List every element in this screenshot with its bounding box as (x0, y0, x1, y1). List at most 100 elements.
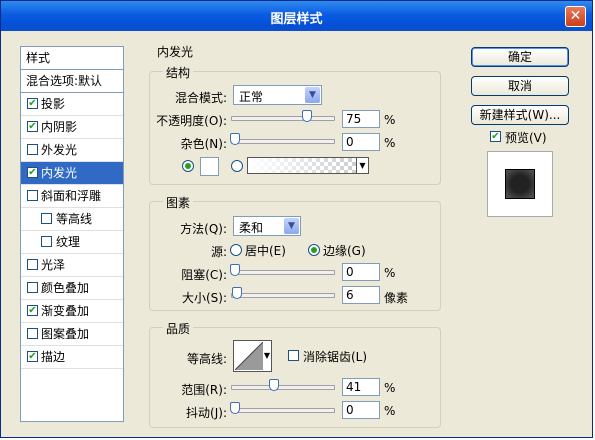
slider-thumb[interactable] (230, 402, 240, 414)
antialias-label[interactable]: 消除锯齿(L) (303, 348, 367, 365)
size-slider[interactable] (231, 285, 335, 305)
noise-input[interactable]: 0 (342, 133, 380, 151)
blend-options-item[interactable]: 混合选项:默认 (21, 70, 123, 93)
sidebar-item-label: 内阴影 (41, 120, 78, 134)
slider-thumb[interactable] (232, 287, 243, 299)
source-center-label[interactable]: 居中(E) (245, 242, 286, 259)
quality-title: 品质 (163, 320, 194, 337)
sidebar-item[interactable]: 外发光 (21, 139, 123, 162)
contour-picker[interactable]: ▼ (233, 340, 272, 372)
size-input[interactable]: 6 (342, 286, 380, 304)
choke-unit: % (384, 266, 396, 280)
opacity-unit: % (384, 113, 396, 127)
preview-label[interactable]: 预览(V) (505, 129, 547, 146)
structure-title: 结构 (163, 64, 194, 81)
sidebar-item[interactable]: ✔ 内发光 (21, 162, 123, 185)
antialias-checkbox[interactable] (288, 350, 299, 361)
slider-track (231, 385, 335, 390)
sidebar-item-label: 投影 (41, 97, 66, 111)
slider-track (231, 116, 335, 121)
styles-header[interactable]: 样式 (21, 47, 123, 70)
slider-track (231, 270, 335, 275)
sidebar-item[interactable]: 颜色叠加 (21, 277, 123, 300)
jitter-slider[interactable] (230, 400, 335, 420)
choke-input[interactable]: 0 (342, 263, 380, 281)
sidebar-item-label: 等高线 (56, 212, 93, 226)
title-bar[interactable]: 图层样式 ✕ (1, 1, 592, 31)
source-edge-radio[interactable] (308, 244, 320, 256)
sidebar-item[interactable]: ✔ 描边 (21, 346, 123, 369)
noise-slider[interactable] (230, 131, 335, 151)
panel-title: 内发光 (157, 45, 194, 59)
opacity-label: 不透明度(O): (156, 114, 227, 128)
sidebar-item[interactable]: 斜面和浮雕 (21, 185, 123, 208)
blend-mode-select[interactable]: 正常 ▼ (233, 85, 322, 105)
sidebar-item-label: 斜面和浮雕 (41, 189, 102, 203)
close-button[interactable]: ✕ (565, 6, 586, 27)
range-slider[interactable] (231, 377, 335, 397)
solid-color-radio[interactable] (182, 160, 194, 172)
sidebar-item[interactable]: 光泽 (21, 254, 123, 277)
sidebar-item-checkbox[interactable]: ✔ (27, 121, 38, 132)
sidebar-item[interactable]: ✔ 投影 (21, 93, 123, 116)
sidebar-item-label: 图案叠加 (41, 327, 90, 341)
method-value: 柔和 (239, 221, 264, 235)
sidebar-item-checkbox[interactable] (27, 328, 38, 339)
range-unit: % (384, 381, 396, 395)
sidebar-item-checkbox[interactable] (27, 144, 38, 155)
sidebar-item-label: 颜色叠加 (41, 281, 90, 295)
sidebar-item[interactable]: 纹理 (21, 231, 123, 254)
gradient-radio[interactable] (231, 160, 243, 172)
jitter-input[interactable]: 0 (342, 401, 380, 419)
choke-label: 阻塞(C): (181, 268, 227, 282)
cancel-button[interactable]: 取消 (471, 76, 569, 96)
blend-mode-value: 正常 (239, 90, 264, 104)
sidebar-item-label: 渐变叠加 (41, 304, 90, 318)
sidebar-item-label: 纹理 (56, 235, 81, 249)
range-input[interactable]: 41 (342, 378, 380, 396)
elements-title: 图素 (163, 194, 194, 211)
sidebar-item-checkbox[interactable]: ✔ (27, 351, 38, 362)
window-title: 图层样式 (270, 12, 323, 27)
method-select[interactable]: 柔和 ▼ (233, 216, 301, 236)
source-edge-label[interactable]: 边缘(G) (323, 242, 366, 259)
slider-thumb[interactable] (230, 133, 240, 145)
sidebar-item-checkbox[interactable] (27, 190, 38, 201)
sidebar-item[interactable]: ✔ 渐变叠加 (21, 300, 123, 323)
slider-track (231, 293, 335, 298)
sidebar-item-checkbox[interactable]: ✔ (27, 167, 38, 178)
styles-list: 样式 混合选项:默认 ✔ 投影 ✔ 内阴影 外发光 ✔ 内发光 斜面和浮雕 等高线 纹理 光泽 颜色叠… (20, 46, 124, 422)
sidebar-item-label: 外发光 (41, 143, 78, 157)
preview-swatch (505, 169, 535, 199)
sidebar-item-checkbox[interactable] (41, 213, 52, 224)
chevron-down-icon[interactable]: ▼ (264, 351, 270, 360)
glow-color-swatch[interactable] (200, 157, 219, 176)
contour-label: 等高线: (186, 352, 227, 366)
opacity-input[interactable]: 75 (342, 110, 380, 128)
sidebar-item-checkbox[interactable] (27, 259, 38, 270)
choke-slider[interactable] (230, 262, 335, 282)
layer-style-dialog: 图层样式 ✕ 样式 混合选项:默认 ✔ 投影 ✔ 内阴影 外发光 ✔ 内发光 斜面和浮雕 等高线… (0, 0, 593, 438)
chevron-down-icon[interactable]: ▼ (305, 87, 320, 103)
sidebar-item[interactable]: 等高线 (21, 208, 123, 231)
slider-thumb[interactable] (230, 264, 240, 276)
noise-label: 杂色(N): (180, 137, 227, 151)
sidebar-item-checkbox[interactable]: ✔ (27, 305, 38, 316)
noise-unit: % (384, 136, 396, 150)
new-style-button[interactable]: 新建样式(W)... (471, 105, 569, 125)
gradient-picker[interactable]: ▼ (247, 157, 369, 174)
source-label: 源: (210, 245, 227, 259)
sidebar-item-checkbox[interactable]: ✔ (27, 98, 38, 109)
chevron-down-icon[interactable]: ▼ (284, 218, 299, 234)
slider-thumb[interactable] (302, 110, 312, 122)
sidebar-item-checkbox[interactable] (27, 282, 38, 293)
chevron-down-icon[interactable]: ▼ (356, 158, 368, 173)
opacity-slider[interactable] (231, 108, 335, 128)
preview-checkbox[interactable]: ✔ (490, 131, 501, 142)
sidebar-item-checkbox[interactable] (41, 236, 52, 247)
ok-button[interactable]: 确定 (471, 47, 569, 67)
source-center-radio[interactable] (230, 244, 242, 256)
sidebar-item[interactable]: ✔ 内阴影 (21, 116, 123, 139)
sidebar-item[interactable]: 图案叠加 (21, 323, 123, 346)
sidebar-item-label: 光泽 (41, 258, 66, 272)
